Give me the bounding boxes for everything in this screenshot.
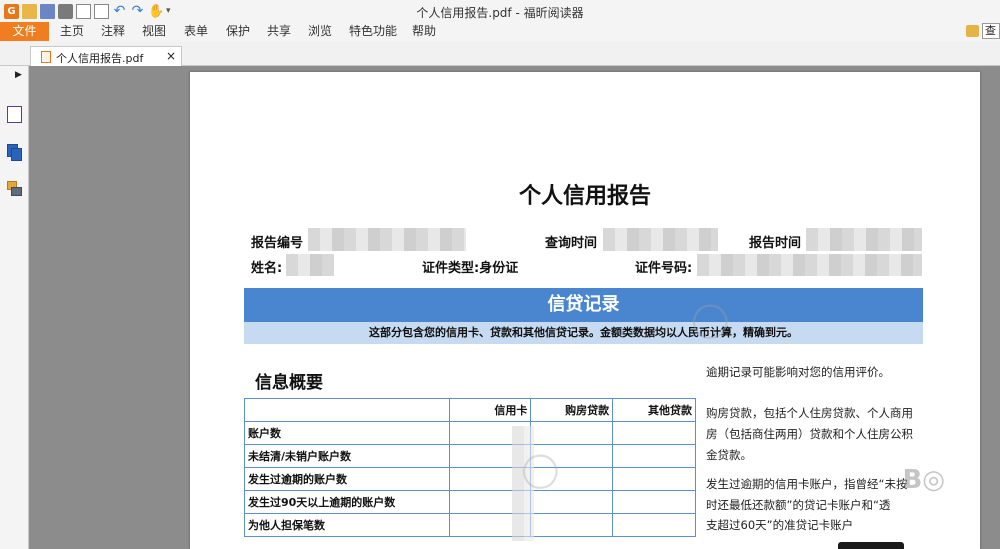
mortgage-note-line-1: 购房贷款，包括个人住房贷款、个人商用 [706,406,913,420]
menu-features[interactable]: 特色功能 [349,22,397,41]
redacted-query-time [603,228,718,251]
redacted-name [286,254,334,276]
title-bar: G ↶ ↷ ✋ ▾ 个人信用报告.pdf - 福昕阅读器 [0,0,1000,22]
report-title: 个人信用报告 [518,184,651,209]
row-label: 发生过逾期的账户数 [244,467,450,491]
table-cell [612,421,696,445]
menu-browse[interactable]: 浏览 [308,22,332,41]
mortgage-note-line-2: 房（包括商住两用）贷款和个人住房公积 [706,427,913,441]
redacted-report-number [308,228,466,251]
summary-table: 信用卡 购房贷款 其他贷款 账户数 未结清/未销户账户数 发生过逾期的账户数 发… [244,398,696,537]
tab-credit-report[interactable]: 个人信用报告.pdf × [30,46,182,66]
menu-protect[interactable]: 保护 [226,22,250,41]
menu-form[interactable]: 表单 [184,22,208,41]
overdue-note: 逾期记录可能影响对您的信用评价。 [706,365,890,379]
navigation-sidebar: ▶ [0,66,29,549]
table-cell [530,513,614,537]
comments-panel-icon[interactable] [7,181,22,198]
mortgage-note-line-3: 金贷款。 [706,448,752,462]
report-number-label: 报告编号 [251,236,304,251]
name-label: 姓名: [251,261,283,276]
table-cell [530,490,614,514]
table-row: 发生过90天以上逾期的账户数 [244,490,696,514]
find-folder-icon[interactable] [966,25,979,37]
table-header-cell: 购房贷款 [530,398,614,422]
table-header-cell: 信用卡 [448,398,532,422]
table-row: 发生过逾期的账户数 [244,467,696,491]
table-row: 账户数 [244,421,696,445]
pages-panel-icon[interactable] [7,144,22,161]
credit-record-banner: 信贷记录 [244,288,923,322]
row-label: 发生过90天以上逾期的账户数 [244,490,450,514]
pdf-file-icon [41,51,51,63]
redacted-report-time [806,228,922,251]
window-title: 个人信用报告.pdf - 福昕阅读器 [416,6,584,20]
ribbon-menu-bar: 文件 主页 注释 视图 表单 保护 共享 浏览 特色功能 帮助 [0,22,1000,41]
overdue-card-note-line-1: 发生过逾期的信用卡账户，指曾经“未按 [706,477,908,491]
row-label: 未结清/未销户账户数 [244,444,450,468]
menu-comment[interactable]: 注释 [101,22,125,41]
redacted-id-number [697,254,922,276]
credit-record-description: 这部分包含您的信用卡、贷款和其他信贷记录。金额类数据均以人民币计算，精确到元。 [244,322,923,344]
row-label: 为他人担保笔数 [244,513,450,537]
report-time-label: 报告时间 [749,236,802,251]
menu-help[interactable]: 帮助 [412,22,436,41]
table-cell [612,513,696,537]
menu-share[interactable]: 共享 [267,22,291,41]
menu-home[interactable]: 主页 [60,22,84,41]
watermark-logo: B◎ [902,465,945,495]
table-cell [612,444,696,468]
floating-popup-badge[interactable] [838,542,904,549]
file-menu-button[interactable]: 文件 [0,22,49,41]
menu-view[interactable]: 视图 [142,22,166,41]
table-row: 未结清/未销户账户数 [244,444,696,468]
overdue-card-note-line-3: 支超过60天”的准贷记卡账户 [706,518,854,532]
table-header-cell [244,398,450,422]
table-cell [612,490,696,514]
tab-label: 个人信用报告.pdf [56,52,144,65]
search-area: 查 [966,22,1000,40]
close-tab-icon[interactable]: × [166,49,176,63]
table-cell [612,467,696,491]
search-input[interactable]: 查 [982,23,1000,39]
overdue-card-note-line-2: 时还最低还款额”的贷记卡账户和“透 [706,498,891,512]
page-thumbnails-icon[interactable] [7,106,22,123]
document-tab-bar: 个人信用报告.pdf × [0,41,1000,66]
id-number-label: 证件号码: [635,261,693,276]
table-header-row: 信用卡 购房贷款 其他贷款 [244,398,696,422]
query-time-label: 查询时间 [545,236,598,251]
table-cell [530,421,614,445]
row-label: 账户数 [244,421,450,445]
expand-sidebar-icon[interactable]: ▶ [15,70,22,80]
table-header-cell: 其他贷款 [612,398,696,422]
table-row: 为他人担保笔数 [244,513,696,537]
id-type: 证件类型:身份证 [422,261,519,276]
summary-section-title: 信息概要 [255,373,323,393]
